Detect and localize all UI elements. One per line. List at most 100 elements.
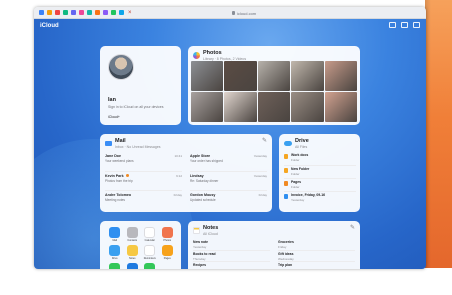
tab-favicon-icon[interactable] — [55, 10, 60, 15]
message-subject: Meeting notes — [105, 198, 126, 202]
close-tab-icon[interactable]: × — [128, 10, 132, 16]
mail-message-row[interactable]: Gordon Mousy Updated schedule Friday — [190, 190, 267, 209]
app-label: Contacts — [127, 239, 138, 242]
app-label: Pages — [163, 257, 171, 260]
app-launcher-item[interactable]: Pages — [159, 245, 177, 260]
new-note-icon[interactable]: ✎ — [350, 225, 355, 231]
note-title: Recipes — [193, 263, 207, 267]
file-name: Pages — [291, 180, 301, 184]
icloud-header: iCloud — [34, 19, 426, 32]
mail-title: Mail — [115, 138, 126, 144]
photo-thumbnail[interactable] — [324, 61, 357, 91]
app-launcher-item[interactable]: Drive — [106, 245, 124, 260]
mail-message-row[interactable]: Lindsay Re: Saturday dinner Yesterday — [190, 171, 267, 190]
account-icon[interactable] — [413, 22, 420, 28]
photo-thumbnail[interactable] — [257, 61, 291, 91]
app-launcher-item[interactable]: Contacts — [124, 227, 142, 242]
icloud-logo[interactable]: iCloud — [40, 23, 59, 29]
note-date: Monday — [278, 268, 355, 269]
note-row[interactable]: Books to read Thursday — [193, 250, 270, 261]
add-icon[interactable] — [401, 22, 408, 28]
app-launcher-item[interactable]: Find — [141, 263, 159, 269]
app-launcher-item[interactable]: Photos — [159, 227, 177, 242]
tab-favicon-icon[interactable] — [111, 10, 116, 15]
app-launcher-item[interactable]: Calendar — [141, 227, 159, 242]
drive-card[interactable]: Drive All Files Work docs Folder New Folde… — [279, 134, 360, 212]
app-grid: Mail Contacts Calendar Photos Drive Notes Remi… — [106, 227, 176, 269]
message-subject: Re: Saturday dinner — [190, 179, 219, 183]
app-icon — [161, 227, 173, 238]
notes-icon — [193, 227, 200, 234]
flag-icon — [125, 174, 129, 177]
address-bar[interactable]: icloud.com — [232, 10, 256, 16]
message-time: 10:41 — [174, 154, 182, 158]
photo-thumbnail[interactable] — [191, 61, 224, 91]
photo-grid — [191, 61, 357, 122]
notes-title: Notes — [203, 225, 219, 231]
app-icon — [144, 227, 156, 238]
file-row[interactable]: Work docs Folder — [284, 152, 356, 165]
compose-icon[interactable]: ✎ — [262, 138, 267, 144]
note-title: New note — [193, 240, 209, 244]
tab-favicon-icon[interactable] — [39, 10, 44, 15]
tab-favicon-icon[interactable] — [79, 10, 84, 15]
file-row[interactable]: Pages Folder — [284, 178, 356, 191]
note-row[interactable]: Groceries Friday — [278, 239, 355, 250]
url-text: icloud.com — [237, 10, 257, 16]
photo-thumbnail[interactable] — [257, 92, 291, 122]
tab-favicon-icon[interactable] — [71, 10, 76, 15]
note-row[interactable]: RecipesMonday — [193, 261, 270, 269]
file-icon — [284, 154, 288, 159]
note-list: New note Yesterday Groceries Friday Books to… — [193, 239, 355, 269]
tab-favicon-icon[interactable] — [63, 10, 68, 15]
tab-favicon-icon[interactable] — [87, 10, 92, 15]
profile-name: Ian — [108, 97, 116, 103]
mail-message-row[interactable]: Jane Doe Your weekend plans 10:41 — [105, 152, 182, 171]
file-row[interactable]: Invoice, Friday, 09-16 Yesterday — [284, 191, 356, 204]
note-title: Books to read — [193, 252, 216, 256]
app-launcher-item[interactable]: Mail — [106, 227, 124, 242]
notes-card[interactable]: Notes All iCloud ✎ New note Yesterday Groc… — [188, 221, 360, 269]
app-launcher-item[interactable]: Notes — [124, 245, 142, 260]
cloud-icon — [284, 141, 292, 146]
tab-favicon-icon[interactable] — [95, 10, 100, 15]
mail-message-row[interactable]: Apple Store Your order has shipped Yesterd… — [190, 152, 267, 171]
app-launcher-item[interactable]: Keynote — [124, 263, 142, 269]
browser-window: × icloud.com iCloud Ian Sign in to iClou… — [34, 7, 426, 269]
message-subject: Your weekend plans — [105, 159, 134, 163]
lock-icon — [232, 11, 235, 15]
photo-thumbnail[interactable] — [291, 61, 324, 91]
note-row[interactable]: New note Yesterday — [193, 239, 270, 250]
file-meta: Folder — [291, 172, 300, 176]
grid-icon[interactable] — [389, 22, 396, 28]
photo-thumbnail[interactable] — [224, 61, 257, 91]
profile-card[interactable]: Ian Sign in to iCloud on all your device… — [100, 46, 181, 125]
file-row[interactable]: New Folder Folder — [284, 165, 356, 178]
mail-message-row[interactable]: Kevin Park Photos from the trip 9:12 — [105, 171, 182, 190]
note-title: Trip plan — [278, 263, 293, 267]
photo-thumbnail[interactable] — [291, 92, 324, 122]
note-row[interactable]: Gift ideas Wednesday — [278, 250, 355, 261]
mail-icon — [105, 141, 112, 146]
file-icon — [284, 181, 288, 186]
app-label: Notes — [128, 257, 136, 260]
message-subject: Updated schedule — [190, 198, 216, 202]
photo-thumbnail[interactable] — [191, 92, 224, 122]
app-label: Photos — [163, 239, 172, 242]
app-launcher-item[interactable]: Numbers — [106, 263, 124, 269]
mail-card[interactable]: Mail Inbox · No Unread Messages ✎ Jane D… — [100, 134, 272, 212]
photo-thumbnail[interactable] — [324, 92, 357, 122]
note-row[interactable]: Trip planMonday — [278, 261, 355, 269]
photo-thumbnail[interactable] — [224, 92, 257, 122]
profile-description: Sign in to iCloud on all your devices — [108, 105, 164, 109]
app-launcher-item[interactable]: Reminders — [141, 245, 159, 260]
mail-message-row[interactable]: Andre Tolomeo Meeting notes Friday — [105, 190, 182, 209]
tab-favicon-icon[interactable] — [103, 10, 108, 15]
photos-card[interactable]: Photos Library · 8 Photos, 2 Videos — [188, 46, 360, 125]
tab-favicon-icon[interactable] — [47, 10, 52, 15]
tab-favicons[interactable] — [39, 10, 124, 15]
notes-subtitle: All iCloud — [203, 232, 218, 236]
file-meta: Folder — [291, 158, 300, 162]
tab-favicon-icon[interactable] — [119, 10, 124, 15]
message-sender: Jane Doe — [105, 154, 121, 158]
